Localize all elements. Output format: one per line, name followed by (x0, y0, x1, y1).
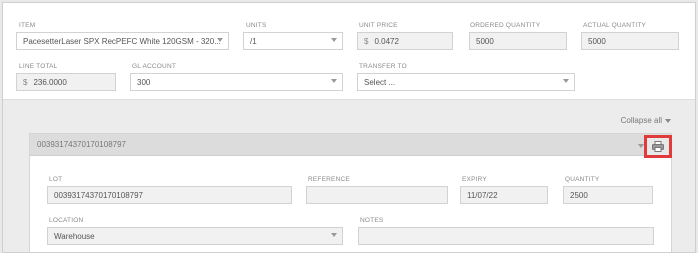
units-label: UNITS (246, 22, 267, 29)
notes-label: NOTES (360, 217, 384, 224)
item-label: ITEM (19, 22, 36, 29)
lot-label: LOT (49, 176, 63, 183)
lot-value: 00393174370170108797 (54, 190, 143, 200)
quantity-label: QUANTITY (565, 176, 600, 183)
chevron-down-icon (331, 233, 337, 237)
currency-prefix: $ (364, 36, 369, 46)
lot-panel: 00393174370170108797 LOT 003931743701701… (29, 133, 672, 252)
ordered-quantity-input[interactable]: 5000 (469, 32, 567, 50)
ordered-quantity-value: 5000 (476, 36, 494, 46)
print-icon (652, 141, 664, 152)
chevron-down-icon (331, 79, 337, 83)
collapse-all-button[interactable]: Collapse all (621, 116, 671, 125)
unit-price-value: 0.0472 (374, 36, 399, 46)
lot-panel-title: 00393174370170108797 (37, 140, 126, 149)
item-value: PacesetterLaser SPX RecPEFC White 120GSM… (23, 36, 221, 46)
lot-input[interactable]: 00393174370170108797 (47, 186, 292, 204)
lot-panel-header[interactable]: 00393174370170108797 (30, 134, 671, 156)
notes-input[interactable] (358, 227, 654, 245)
transfer-to-select[interactable]: Select ... (357, 73, 575, 91)
location-value: Warehouse (54, 231, 95, 241)
line-total-value: 236.0000 (33, 77, 67, 87)
line-total-label: LINE TOTAL (19, 63, 58, 70)
currency-prefix: $ (23, 77, 28, 87)
actual-quantity-label: ACTUAL QUANTITY (583, 22, 647, 29)
transfer-to-label: TRANSFER TO (359, 63, 407, 70)
chevron-down-icon (331, 38, 337, 42)
units-value: /1 (250, 36, 257, 46)
location-label: LOCATION (49, 217, 84, 224)
gl-account-value: 300 (137, 77, 151, 87)
quantity-value: 2500 (570, 190, 588, 200)
chevron-down-icon (217, 38, 223, 42)
item-select[interactable]: PacesetterLaser SPX RecPEFC White 120GSM… (16, 32, 229, 50)
transfer-to-placeholder: Select ... (364, 77, 396, 87)
expiry-value: 11/07/22 (467, 190, 498, 200)
actual-quantity-value: 5000 (588, 36, 606, 46)
gl-account-label: GL ACCOUNT (132, 63, 177, 70)
unit-price-label: UNIT PRICE (359, 22, 398, 29)
expiry-input[interactable]: 11/07/22 (460, 186, 548, 204)
unit-price-input[interactable]: $ 0.0472 (357, 32, 453, 50)
reference-input[interactable] (306, 186, 448, 204)
gl-account-select[interactable]: 300 (130, 73, 343, 91)
chevron-down-icon (665, 118, 671, 123)
units-select[interactable]: /1 (243, 32, 343, 50)
actual-quantity-input[interactable]: 5000 (581, 32, 679, 50)
expiry-label: EXPIRY (462, 176, 487, 183)
quantity-input[interactable]: 2500 (563, 186, 653, 204)
collapse-all-label: Collapse all (620, 116, 662, 125)
line-item-editor: ITEM PacesetterLaser SPX RecPEFC White 1… (2, 2, 696, 253)
ordered-quantity-label: ORDERED QUANTITY (470, 22, 541, 29)
line-total-input[interactable]: $ 236.0000 (16, 73, 116, 91)
reference-label: REFERENCE (308, 176, 350, 183)
print-button[interactable] (644, 135, 672, 158)
chevron-down-icon (563, 79, 569, 83)
location-select[interactable]: Warehouse (47, 227, 343, 245)
